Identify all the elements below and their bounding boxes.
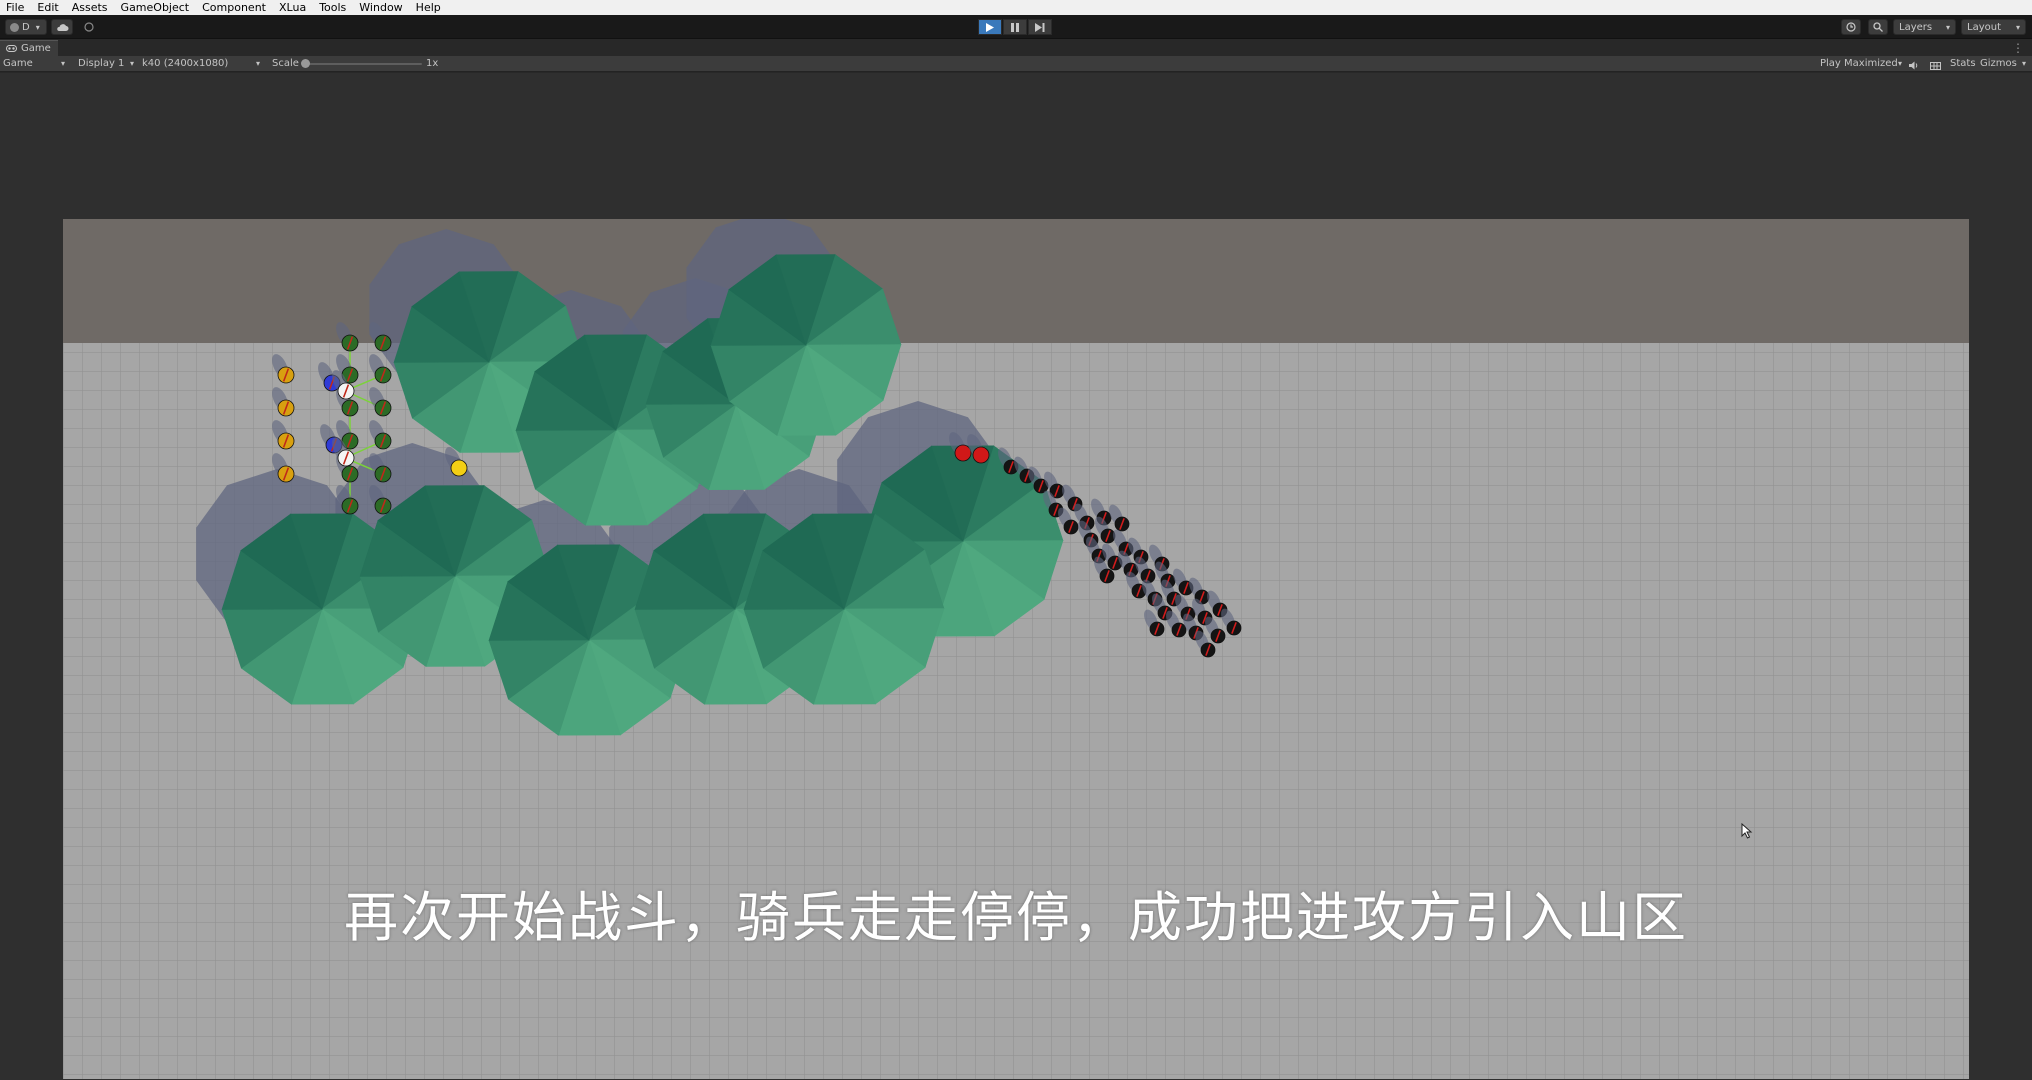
chevron-down-icon: ▾ <box>2015 22 2020 32</box>
gizmos-label: Gizmos <box>1980 58 2017 69</box>
subtitle-caption: 再次开始战斗，骑兵走走停停，成功把进攻方引入山区 <box>344 886 1688 949</box>
play-controls <box>978 19 1052 35</box>
game-view-toolbar: Game ▾ Display 1 ▾ k40 (2400x1080) ▾ Scale … <box>0 56 2032 72</box>
scale-slider-track[interactable] <box>304 63 422 65</box>
gizmos-dropdown[interactable]: Gizmos ▾ <box>1980 56 2026 72</box>
cloud-button[interactable] <box>51 19 73 35</box>
account-label: D <box>22 21 30 33</box>
search-button[interactable] <box>1868 19 1888 35</box>
account-dropdown[interactable]: D ▾ <box>5 19 47 35</box>
grid-toggle-button[interactable] <box>1930 60 1941 70</box>
menu-file[interactable]: File <box>6 0 24 15</box>
resolution-dropdown[interactable]: k40 (2400x1080) ▾ <box>142 56 260 72</box>
play-mode-dropdown[interactable]: Play Maximized ▾ <box>1820 56 1902 72</box>
scale-slider-knob[interactable] <box>301 59 310 68</box>
play-button[interactable] <box>978 19 1002 35</box>
unit-body <box>954 444 972 462</box>
mouse-cursor-icon <box>1741 823 1753 839</box>
menu-tools[interactable]: Tools <box>319 0 346 15</box>
mountain <box>710 254 902 436</box>
tab-strip: Game ⋮ <box>0 40 2032 56</box>
display-dropdown[interactable]: Display 1 ▾ <box>78 56 134 72</box>
unit-body <box>450 459 468 477</box>
menu-gameobject[interactable]: GameObject <box>121 0 190 15</box>
search-icon <box>1873 22 1883 32</box>
chevron-down-icon: ▾ <box>130 59 135 68</box>
collab-button[interactable] <box>78 19 100 35</box>
collab-icon <box>84 22 94 32</box>
grid-icon <box>1930 62 1941 70</box>
menu-help[interactable]: Help <box>416 0 441 15</box>
display-label: Display 1 <box>78 58 125 69</box>
sky-band <box>63 219 1969 344</box>
menu-bar: File Edit Assets GameObject Component XL… <box>0 0 2032 15</box>
unit-body <box>972 446 990 464</box>
mute-icon <box>1909 61 1918 70</box>
play-icon <box>986 22 994 32</box>
game-view: 再次开始战斗，骑兵走走停停，成功把进攻方引入山区 <box>0 73 2032 1080</box>
menu-edit[interactable]: Edit <box>37 0 58 15</box>
view-mode-dropdown[interactable]: Game ▾ <box>3 56 65 72</box>
game-tab-icon <box>6 45 17 52</box>
pause-button[interactable] <box>1003 19 1027 35</box>
step-icon <box>1035 22 1045 32</box>
play-mode-label: Play Maximized <box>1820 58 1898 69</box>
menu-assets[interactable]: Assets <box>72 0 108 15</box>
tab-game-label: Game <box>21 43 51 54</box>
history-icon <box>1846 22 1856 32</box>
layout-label: Layout <box>1967 21 2001 33</box>
cloud-icon <box>56 23 68 31</box>
mountain <box>743 513 945 705</box>
pause-icon <box>1011 22 1019 32</box>
chevron-down-icon: ▾ <box>35 22 40 32</box>
kebab-icon[interactable]: ⋮ <box>2012 40 2024 56</box>
history-button[interactable] <box>1841 19 1861 35</box>
menu-xlua[interactable]: XLua <box>279 0 306 15</box>
layers-label: Layers <box>1899 21 1933 33</box>
account-icon <box>10 22 19 32</box>
chevron-down-icon: ▾ <box>1945 22 1950 32</box>
menu-window[interactable]: Window <box>359 0 402 15</box>
chevron-down-icon: ▾ <box>256 59 261 68</box>
tab-game[interactable]: Game <box>0 40 58 56</box>
step-button[interactable] <box>1028 19 1052 35</box>
chevron-down-icon: ▾ <box>1898 59 1903 68</box>
mute-button[interactable] <box>1909 60 1919 70</box>
chevron-down-icon: ▾ <box>2022 59 2027 68</box>
resolution-label: k40 (2400x1080) <box>142 58 229 69</box>
menu-component[interactable]: Component <box>202 0 266 15</box>
scale-value: 1x <box>426 58 439 69</box>
chevron-down-icon: ▾ <box>61 59 66 68</box>
scale-label: Scale <box>272 58 299 69</box>
main-toolbar: D ▾ Layers ▾ Layout ▾ <box>0 15 2032 39</box>
layout-dropdown[interactable]: Layout ▾ <box>1961 19 2026 35</box>
stats-button[interactable]: Stats <box>1950 56 1976 72</box>
layers-dropdown[interactable]: Layers ▾ <box>1893 19 1956 35</box>
view-mode-label: Game <box>3 58 33 69</box>
